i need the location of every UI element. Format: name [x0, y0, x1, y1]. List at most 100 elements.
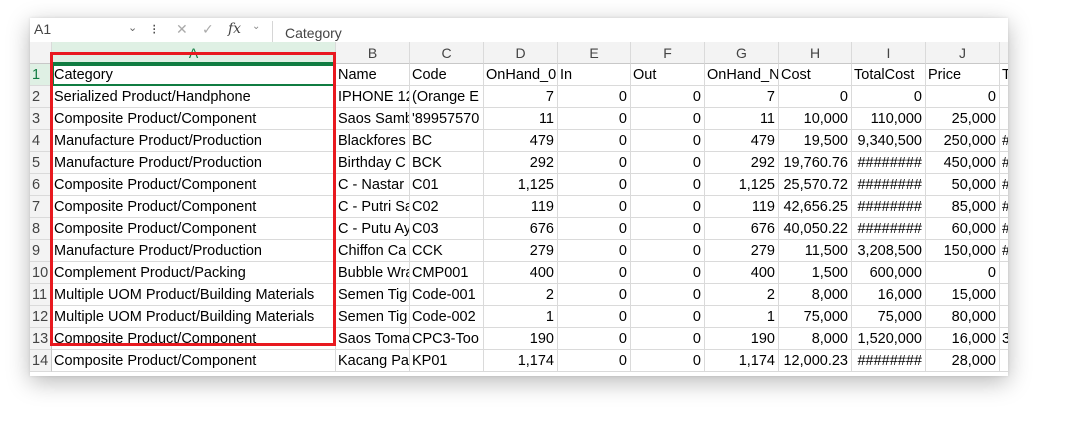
data-cell[interactable]: 0: [558, 218, 631, 240]
column-header[interactable]: [1000, 42, 1008, 64]
column-header[interactable]: E: [558, 42, 631, 64]
data-cell[interactable]: Complement Product/Packing: [52, 262, 336, 284]
data-cell[interactable]: 50,000: [926, 174, 1000, 196]
confirm-icon[interactable]: ✓: [202, 21, 214, 38]
data-cell[interactable]: 0: [631, 328, 705, 350]
header-cell[interactable]: Cost: [779, 64, 852, 86]
data-cell[interactable]: 0: [631, 86, 705, 108]
data-cell[interactable]: 400: [705, 262, 779, 284]
data-cell[interactable]: Chiffon Ca: [336, 240, 410, 262]
data-cell[interactable]: #: [1000, 196, 1008, 218]
data-cell[interactable]: 0: [926, 262, 1000, 284]
data-cell[interactable]: [1000, 284, 1008, 306]
header-cell[interactable]: Category: [52, 64, 336, 86]
data-cell[interactable]: 0: [631, 130, 705, 152]
data-cell[interactable]: 0: [558, 284, 631, 306]
data-cell[interactable]: 0: [631, 152, 705, 174]
data-cell[interactable]: Saos Samb: [336, 108, 410, 130]
column-header[interactable]: B: [336, 42, 410, 64]
data-cell[interactable]: Composite Product/Component: [52, 218, 336, 240]
data-cell[interactable]: 0: [631, 218, 705, 240]
data-cell[interactable]: 190: [705, 328, 779, 350]
header-cell[interactable]: Name: [336, 64, 410, 86]
data-cell[interactable]: ########: [852, 196, 926, 218]
data-cell[interactable]: 2: [484, 284, 558, 306]
data-cell[interactable]: 292: [705, 152, 779, 174]
data-cell[interactable]: BC: [410, 130, 484, 152]
select-all-corner[interactable]: [30, 42, 52, 64]
data-cell[interactable]: Composite Product/Component: [52, 350, 336, 372]
data-cell[interactable]: C - Putri Sa: [336, 196, 410, 218]
header-cell[interactable]: In: [558, 64, 631, 86]
data-cell[interactable]: 1,125: [484, 174, 558, 196]
data-cell[interactable]: ########: [852, 350, 926, 372]
data-cell[interactable]: 8,000: [779, 284, 852, 306]
row-header[interactable]: 6: [30, 174, 52, 196]
data-cell[interactable]: 7: [705, 86, 779, 108]
header-cell[interactable]: T: [1000, 64, 1008, 86]
data-cell[interactable]: 190: [484, 328, 558, 350]
data-cell[interactable]: #: [1000, 174, 1008, 196]
data-cell[interactable]: '89957570: [410, 108, 484, 130]
data-cell[interactable]: 16,000: [852, 284, 926, 306]
data-cell[interactable]: Multiple UOM Product/Building Materials: [52, 284, 336, 306]
data-cell[interactable]: 0: [558, 108, 631, 130]
data-cell[interactable]: 0: [926, 86, 1000, 108]
data-cell[interactable]: 0: [558, 86, 631, 108]
data-cell[interactable]: 19,760.76: [779, 152, 852, 174]
data-cell[interactable]: 85,000: [926, 196, 1000, 218]
cancel-icon[interactable]: ✕: [176, 21, 188, 38]
data-cell[interactable]: 7: [484, 86, 558, 108]
column-header[interactable]: G: [705, 42, 779, 64]
data-cell[interactable]: Serialized Product/Handphone: [52, 86, 336, 108]
data-cell[interactable]: CMP001: [410, 262, 484, 284]
data-cell[interactable]: 0: [558, 174, 631, 196]
data-cell[interactable]: ########: [852, 174, 926, 196]
data-cell[interactable]: C - Putu Ay: [336, 218, 410, 240]
data-cell[interactable]: Composite Product/Component: [52, 174, 336, 196]
data-cell[interactable]: 1,520,000: [852, 328, 926, 350]
data-cell[interactable]: 0: [779, 86, 852, 108]
data-cell[interactable]: 0: [558, 328, 631, 350]
row-header[interactable]: 7: [30, 196, 52, 218]
row-header[interactable]: 1: [30, 64, 52, 86]
column-header[interactable]: C: [410, 42, 484, 64]
data-cell[interactable]: 1,174: [705, 350, 779, 372]
data-cell[interactable]: C03: [410, 218, 484, 240]
row-header[interactable]: 12: [30, 306, 52, 328]
data-cell[interactable]: 11,500: [779, 240, 852, 262]
data-cell[interactable]: 60,000: [926, 218, 1000, 240]
column-header[interactable]: H: [779, 42, 852, 64]
data-cell[interactable]: 3,208,500: [852, 240, 926, 262]
data-cell[interactable]: Composite Product/Component: [52, 196, 336, 218]
data-cell[interactable]: #: [1000, 240, 1008, 262]
row-header[interactable]: 9: [30, 240, 52, 262]
data-cell[interactable]: CCK: [410, 240, 484, 262]
data-cell[interactable]: 479: [484, 130, 558, 152]
data-cell[interactable]: 0: [558, 306, 631, 328]
header-cell[interactable]: OnHand_N: [705, 64, 779, 86]
chevron-down-icon[interactable]: ⌄: [252, 21, 260, 32]
row-header[interactable]: 14: [30, 350, 52, 372]
data-cell[interactable]: 11: [705, 108, 779, 130]
data-cell[interactable]: 9,340,500: [852, 130, 926, 152]
data-cell[interactable]: 676: [484, 218, 558, 240]
data-cell[interactable]: 0: [631, 262, 705, 284]
data-cell[interactable]: 15,000: [926, 284, 1000, 306]
data-cell[interactable]: 80,000: [926, 306, 1000, 328]
data-cell[interactable]: 400: [484, 262, 558, 284]
data-cell[interactable]: 479: [705, 130, 779, 152]
data-cell[interactable]: Saos Toma: [336, 328, 410, 350]
data-cell[interactable]: 28,000: [926, 350, 1000, 372]
data-cell[interactable]: 150,000: [926, 240, 1000, 262]
data-cell[interactable]: 0: [631, 240, 705, 262]
data-cell[interactable]: Blackfores: [336, 130, 410, 152]
row-header[interactable]: 8: [30, 218, 52, 240]
insert-function-icon[interactable]: fx: [228, 21, 241, 37]
more-options-icon[interactable]: ⁝: [152, 21, 156, 38]
data-cell[interactable]: 10,000: [779, 108, 852, 130]
header-cell[interactable]: OnHand_0: [484, 64, 558, 86]
data-cell[interactable]: BCK: [410, 152, 484, 174]
data-cell[interactable]: #: [1000, 130, 1008, 152]
header-cell[interactable]: Out: [631, 64, 705, 86]
